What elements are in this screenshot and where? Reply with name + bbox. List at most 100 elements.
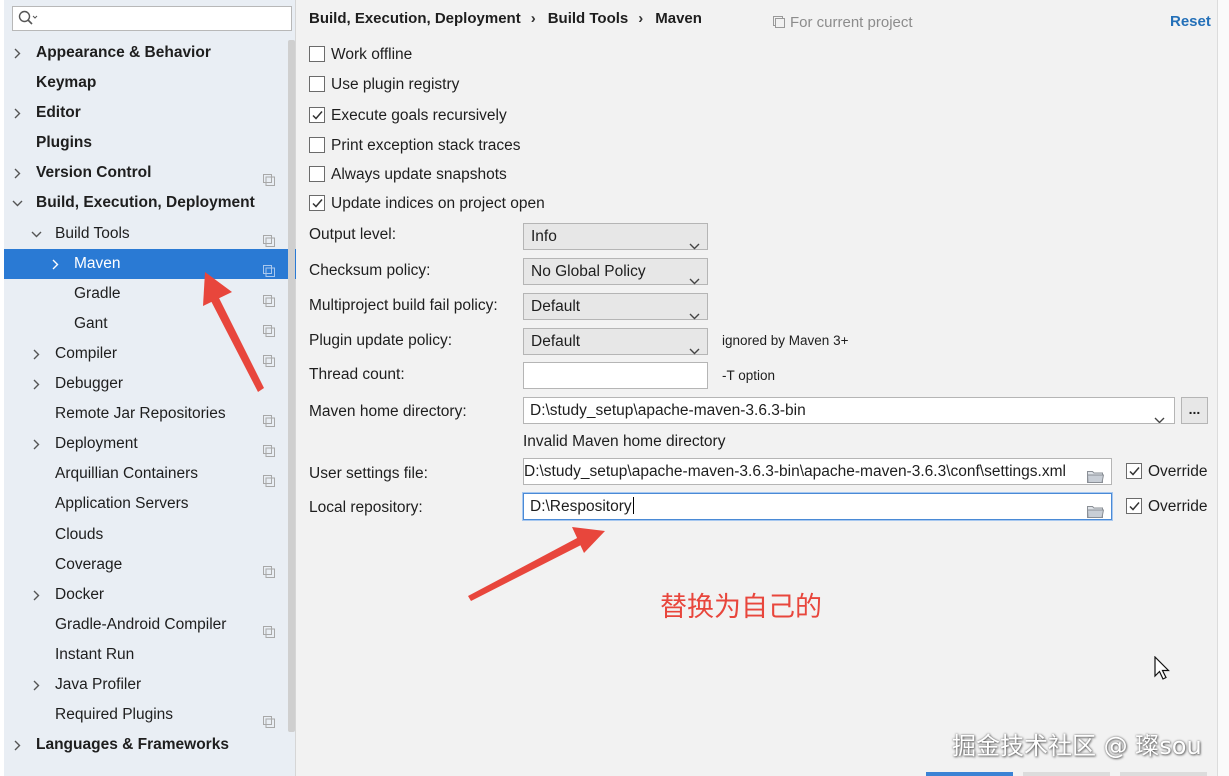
chevron-right-icon[interactable] xyxy=(31,429,43,459)
user-settings-override-label: Override xyxy=(1148,463,1208,480)
chevron-right-icon[interactable] xyxy=(50,249,62,279)
chevron-right-icon[interactable] xyxy=(12,730,24,760)
checked-checkbox-icon[interactable] xyxy=(309,107,325,123)
project-scope-icon xyxy=(263,348,275,367)
sidebar-item-clouds[interactable]: Clouds xyxy=(4,520,296,550)
sidebar-item-build-tools[interactable]: Build Tools xyxy=(4,219,296,249)
output-level-dropdown[interactable]: Info xyxy=(523,223,708,250)
maven-home-combobox[interactable]: D:\study_setup\apache-maven-3.6.3-bin xyxy=(523,397,1175,424)
multiproject-fail-policy-dropdown[interactable]: Default xyxy=(523,293,708,320)
thread-count-hint: -T option xyxy=(722,368,776,383)
sidebar-item-coverage[interactable]: Coverage xyxy=(4,550,296,580)
user-settings-label: User settings file: xyxy=(309,465,428,482)
plugin-update-policy-hint: ignored by Maven 3+ xyxy=(722,333,849,348)
plugin-update-policy-label: Plugin update policy: xyxy=(309,332,453,349)
project-scope-icon xyxy=(263,709,275,729)
sidebar-item-gradle[interactable]: Gradle xyxy=(4,279,296,309)
local-repository-override[interactable]: Override xyxy=(1126,498,1207,516)
unchecked-checkbox-icon[interactable] xyxy=(309,46,325,62)
checkbox-always-update-snapshots[interactable]: Always update snapshots xyxy=(309,164,507,186)
local-repository-value: D:\Respository xyxy=(530,498,632,515)
ok-button[interactable] xyxy=(926,772,1013,776)
sidebar-item-instant-run[interactable]: Instant Run xyxy=(4,640,296,670)
sidebar-item-label: Plugins xyxy=(36,134,92,152)
checksum-policy-dropdown[interactable]: No Global Policy xyxy=(523,258,708,285)
sidebar-item-deployment[interactable]: Deployment xyxy=(4,429,296,459)
project-scope-icon xyxy=(263,167,275,187)
chevron-down-icon xyxy=(689,268,700,293)
checkbox-update-indices-on-project-open[interactable]: Update indices on project open xyxy=(309,193,545,215)
sidebar-item-label: Java Profiler xyxy=(55,675,142,693)
sidebar-item-label: Gradle-Android Compiler xyxy=(55,615,227,633)
sidebar-item-java-profiler[interactable]: Java Profiler xyxy=(4,670,296,700)
chevron-down-icon xyxy=(689,233,700,258)
sidebar-item-arquillian-containers[interactable]: Arquillian Containers xyxy=(4,459,296,489)
chevron-down-icon[interactable] xyxy=(1154,407,1165,423)
maven-home-error: Invalid Maven home directory xyxy=(523,433,726,450)
sidebar-item-editor[interactable]: Editor xyxy=(4,98,296,128)
chevron-right-icon[interactable] xyxy=(12,38,24,68)
sidebar-item-debugger[interactable]: Debugger xyxy=(4,369,296,399)
sidebar-item-label: Docker xyxy=(55,585,105,603)
thread-count-input[interactable] xyxy=(523,362,708,389)
chevron-right-icon[interactable] xyxy=(12,158,24,188)
sidebar-scrollbar[interactable] xyxy=(288,40,295,732)
text-caret xyxy=(632,497,634,514)
sidebar-item-label: Appearance & Behavior xyxy=(36,44,211,61)
sidebar-item-version-control[interactable]: Version Control xyxy=(4,158,296,188)
unchecked-checkbox-icon[interactable] xyxy=(309,76,325,92)
sidebar-item-docker[interactable]: Docker xyxy=(4,580,296,610)
checkbox-print-exception-stack-traces[interactable]: Print exception stack traces xyxy=(309,135,521,157)
user-settings-override-checkbox[interactable] xyxy=(1126,463,1142,479)
sidebar-item-appearance-behavior[interactable]: Appearance & Behavior xyxy=(4,38,296,68)
settings-search-input[interactable] xyxy=(12,6,292,31)
reset-link[interactable]: Reset xyxy=(1170,13,1211,30)
unchecked-checkbox-icon[interactable] xyxy=(309,166,325,182)
local-repository-override-checkbox[interactable] xyxy=(1126,498,1142,514)
sidebar-item-application-servers[interactable]: Application Servers xyxy=(4,489,296,519)
sidebar-item-languages-frameworks[interactable]: Languages & Frameworks xyxy=(4,730,296,760)
local-repository-input[interactable]: D:\Respository xyxy=(523,493,1112,520)
checkbox-label: Execute goals recursively xyxy=(331,107,507,124)
search-icon xyxy=(18,10,38,30)
user-settings-input[interactable]: D:\study_setup\apache-maven-3.6.3-bin\ap… xyxy=(523,458,1112,485)
checkbox-execute-goals-recursively[interactable]: Execute goals recursively xyxy=(309,105,507,127)
chevron-right-icon[interactable] xyxy=(31,670,43,700)
folder-icon[interactable] xyxy=(1086,466,1105,484)
unchecked-checkbox-icon[interactable] xyxy=(309,137,325,153)
project-scope-icon xyxy=(263,318,275,337)
apply-button[interactable] xyxy=(1120,772,1207,776)
sidebar-item-required-plugins[interactable]: Required Plugins xyxy=(4,700,296,730)
checkbox-label: Always update snapshots xyxy=(331,166,507,183)
cancel-button[interactable] xyxy=(1023,772,1110,776)
user-settings-override[interactable]: Override xyxy=(1126,463,1207,481)
sidebar-item-label: Deployment xyxy=(55,435,138,453)
chevron-right-icon[interactable] xyxy=(12,98,24,128)
folder-icon[interactable] xyxy=(1086,501,1105,519)
checkbox-work-offline[interactable]: Work offline xyxy=(309,44,412,66)
chevron-down-icon[interactable] xyxy=(31,219,43,249)
sidebar-item-compiler[interactable]: Compiler xyxy=(4,339,296,369)
chevron-right-icon[interactable] xyxy=(31,339,43,369)
sidebar-item-label: Build, Execution, Deployment xyxy=(36,194,255,212)
sidebar-item-keymap[interactable]: Keymap xyxy=(4,68,296,98)
breadcrumb-item: Build, Execution, Deployment xyxy=(309,10,521,27)
checkbox-use-plugin-registry[interactable]: Use plugin registry xyxy=(309,74,459,96)
checked-checkbox-icon[interactable] xyxy=(309,195,325,211)
sidebar-item-gradle-android-compiler[interactable]: Gradle-Android Compiler xyxy=(4,610,296,640)
sidebar-item-remote-jar-repositories[interactable]: Remote Jar Repositories xyxy=(4,399,296,429)
chevron-right-icon[interactable] xyxy=(31,580,43,610)
sidebar-item-build-execution-deployment[interactable]: Build, Execution, Deployment xyxy=(4,188,296,218)
chevron-right-icon[interactable] xyxy=(31,369,43,399)
settings-content-panel: Build, Execution, Deployment › Build Tools… xyxy=(297,0,1229,776)
browse-maven-home-button[interactable]: ... xyxy=(1181,397,1208,424)
sidebar-item-gant[interactable]: Gant xyxy=(4,309,296,339)
sidebar-item-plugins[interactable]: Plugins xyxy=(4,128,296,158)
chevron-down-icon[interactable] xyxy=(12,188,24,218)
sidebar-item-label: Instant Run xyxy=(55,645,135,663)
sidebar-item-label: Required Plugins xyxy=(55,706,174,724)
settings-tree: Appearance & Behavior Keymap Editor Plugins… xyxy=(4,38,296,760)
chevron-down-icon xyxy=(689,303,700,328)
sidebar-item-maven[interactable]: Maven xyxy=(4,248,296,279)
plugin-update-policy-dropdown[interactable]: Default xyxy=(523,328,708,355)
